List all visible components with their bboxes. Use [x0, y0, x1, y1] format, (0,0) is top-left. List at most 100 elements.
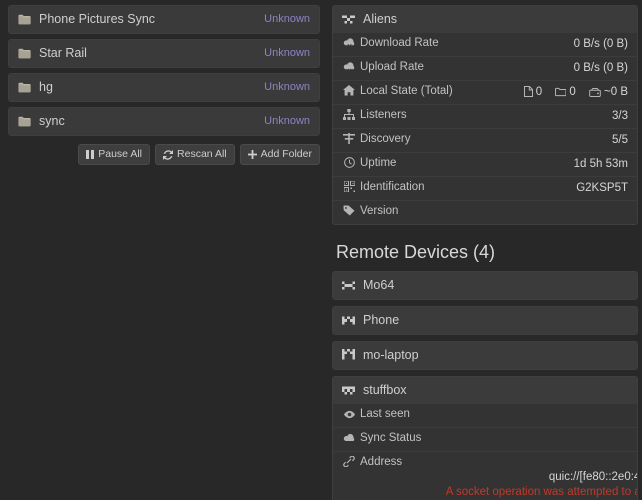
- folder-icon: [555, 85, 567, 100]
- local-state-folders-value: 0: [569, 86, 576, 98]
- cloud-upload-icon: [342, 62, 356, 77]
- info-label: Version: [360, 205, 399, 217]
- folder-icon: [18, 116, 31, 127]
- address-dynamic: dynamic: [446, 455, 637, 470]
- folder-status: Unknown: [264, 47, 310, 59]
- info-row-upload-rate: Upload Rate 0 B/s (0 B): [333, 56, 637, 81]
- identicon-stuffbox: [342, 384, 355, 397]
- rescan-all-button[interactable]: Rescan All: [155, 144, 235, 165]
- info-label: Discovery: [360, 133, 411, 145]
- this-device-header[interactable]: Aliens: [333, 6, 637, 33]
- rescan-all-label: Rescan All: [177, 148, 227, 160]
- folder-icon: [18, 82, 31, 93]
- address-line: quic://[fe80::2e0:4cff:fe1f:b2d%25Wi-Fi]…: [548, 471, 637, 483]
- pause-icon: [86, 150, 95, 159]
- folder-panel[interactable]: Phone Pictures Sync Unknown: [8, 5, 320, 34]
- remote-device-panel[interactable]: Mo64: [332, 271, 638, 300]
- info-label: Local State (Total): [360, 85, 453, 97]
- info-label: Uptime: [360, 157, 397, 169]
- info-row-discovery: Discovery 5/5: [333, 128, 637, 153]
- info-row-uptime: Uptime 1d 5h 53m: [333, 152, 637, 177]
- info-value[interactable]: G2KSP5T: [489, 177, 637, 201]
- info-label: Last seen: [360, 408, 410, 420]
- remote-device-header[interactable]: mo-laptop: [333, 342, 637, 369]
- folder-panel[interactable]: sync Unknown: [8, 107, 320, 136]
- info-label: Listeners: [360, 109, 407, 121]
- cloud-icon: [342, 433, 356, 448]
- identicon-aliens: [342, 13, 355, 26]
- info-label: Address: [360, 456, 403, 468]
- info-value: 1d 5h 53m: [573, 158, 628, 170]
- folder-header[interactable]: Phone Pictures Sync Unknown: [9, 6, 319, 33]
- info-row-sync-status: Sync Status Up to Date: [333, 427, 637, 452]
- eye-icon: [342, 409, 356, 424]
- info-label: Identification: [360, 181, 425, 193]
- pause-all-label: Pause All: [98, 148, 143, 160]
- folder-panel[interactable]: Star Rail Unknown: [8, 39, 320, 68]
- folder-icon: [18, 14, 31, 25]
- cloud-download-icon: [342, 38, 356, 53]
- local-state-values: 0 0 ~0 B: [489, 81, 637, 105]
- folder-panel[interactable]: hg Unknown: [8, 73, 320, 102]
- folder-header[interactable]: sync Unknown: [9, 108, 319, 135]
- identicon-phone: [342, 314, 355, 327]
- refresh-icon: [163, 149, 174, 160]
- pause-all-button[interactable]: Pause All: [78, 144, 151, 165]
- add-folder-button[interactable]: Add Folder: [239, 144, 320, 165]
- folder-actions-toolbar: Pause All Rescan All Add Folder: [8, 141, 320, 165]
- remote-devices-title: Remote Devices (4): [336, 242, 496, 262]
- plus-icon: [247, 150, 257, 159]
- link-icon: [342, 456, 356, 472]
- folders-column: Phone Pictures Sync Unknown Star Rail Un…: [0, 0, 328, 500]
- remote-device-panel-stuffbox: stuffbox Last seen Never Sync Stat: [332, 376, 638, 500]
- info-label: Download Rate: [360, 37, 439, 49]
- local-state-files-value: 0: [535, 86, 543, 98]
- remote-device-header[interactable]: Mo64: [333, 272, 637, 299]
- folder-name: Star Rail: [39, 46, 87, 60]
- local-state-size: ~0 B: [589, 85, 628, 100]
- folder-name: hg: [39, 80, 53, 94]
- remote-device-name: mo-laptop: [363, 348, 419, 362]
- info-row-version: Version: [333, 200, 637, 225]
- subway-icon: [342, 133, 356, 149]
- identicon-mo-laptop: [342, 349, 355, 362]
- folder-icon: [18, 48, 31, 59]
- folder-header[interactable]: hg Unknown: [9, 74, 319, 101]
- this-device-panel: Aliens Download Rate 0 B/s (0 B) Upload …: [332, 5, 638, 225]
- this-device-info-table: Download Rate 0 B/s (0 B) Upload Rate 0 …: [333, 33, 637, 224]
- address-list: dynamic quic://[fe80::2e0:4cff:fe1f:b2d%…: [445, 455, 637, 500]
- info-label: Sync Status: [360, 432, 422, 444]
- home-icon: [342, 85, 356, 101]
- add-folder-label: Add Folder: [260, 148, 312, 160]
- devices-column: Aliens Download Rate 0 B/s (0 B) Upload …: [328, 0, 642, 500]
- local-state-files: 0: [523, 85, 543, 100]
- address-error: A socket operation was attempted to an u…: [445, 486, 637, 498]
- folder-status: Unknown: [264, 115, 310, 127]
- info-value: 3/3: [612, 110, 628, 122]
- this-device-name: Aliens: [363, 12, 398, 26]
- info-value: 0 B/s (0 B): [573, 38, 628, 50]
- remote-device-header[interactable]: Phone: [333, 307, 637, 334]
- sitemap-icon: [342, 109, 356, 125]
- folder-header[interactable]: Star Rail Unknown: [9, 40, 319, 67]
- remote-device-panel[interactable]: mo-laptop: [332, 341, 638, 370]
- qrcode-icon: [342, 181, 356, 197]
- local-state-folders: 0: [555, 85, 576, 100]
- remote-device-name: Mo64: [363, 278, 395, 292]
- info-value: Up to Date: [437, 428, 637, 452]
- stuffbox-info-table: Last seen Never Sync Status Up to Date: [333, 404, 637, 500]
- identicon-mo64: [342, 279, 355, 292]
- folder-name: sync: [39, 114, 65, 128]
- remote-device-name: Phone: [363, 313, 400, 327]
- info-label: Upload Rate: [360, 61, 424, 73]
- hdd-icon: [589, 85, 601, 100]
- folder-name: Phone Pictures Sync: [39, 12, 156, 26]
- info-value: Never: [437, 404, 637, 428]
- info-row-local-state: Local State (Total) 0 0 ~0 B: [333, 80, 637, 105]
- remote-device-header[interactable]: stuffbox: [333, 377, 637, 404]
- info-value: [489, 201, 637, 225]
- remote-device-panel[interactable]: Phone: [332, 306, 638, 335]
- clock-icon: [342, 157, 356, 173]
- folder-status: Unknown: [264, 81, 310, 93]
- info-row-download-rate: Download Rate 0 B/s (0 B): [333, 33, 637, 57]
